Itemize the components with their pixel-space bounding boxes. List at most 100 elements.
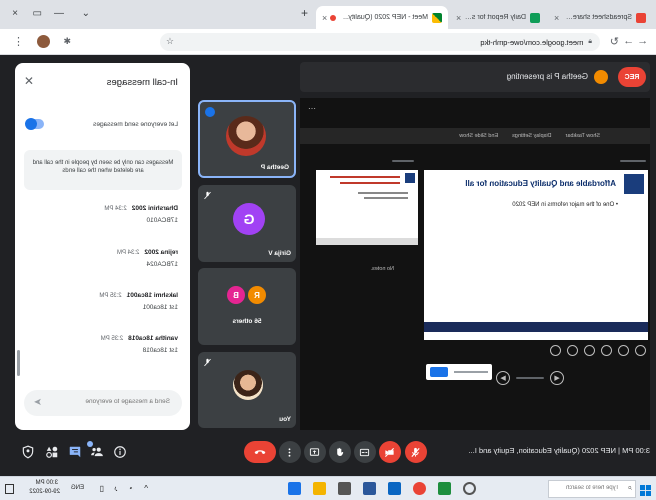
edge-icon[interactable] bbox=[388, 482, 401, 495]
participant-name: You bbox=[279, 416, 291, 423]
message-text: 17BCA010 bbox=[146, 217, 178, 224]
participant-avatar: B bbox=[227, 286, 245, 304]
chat-notice: Messages can only be seen by people in t… bbox=[24, 150, 182, 190]
browser-tab-bar: Spreadsheet shared with you × Daily Repo… bbox=[0, 0, 656, 29]
black-screen-icon[interactable] bbox=[584, 345, 595, 356]
presenting-label: Geetha P is presenting bbox=[506, 72, 588, 81]
url-text: meet.google.com/owe-qmh-tkq bbox=[480, 37, 584, 47]
tray-overflow-icon[interactable]: ^ bbox=[144, 484, 148, 493]
slide-title: Affordable and Quality Education for all bbox=[465, 179, 616, 188]
taskbar-clock-date[interactable]: 29-09-2022 bbox=[29, 489, 60, 495]
tab-meet[interactable]: Meet - NEP 2020 (Quality... × bbox=[316, 6, 448, 29]
more-options-button[interactable] bbox=[279, 441, 301, 463]
volume-icon[interactable]: ♪ bbox=[114, 484, 118, 493]
pin-icon[interactable] bbox=[205, 107, 215, 117]
windows-logo-icon bbox=[640, 485, 651, 496]
participant-tile[interactable]: Geetha P bbox=[198, 100, 296, 178]
sheets-icon bbox=[530, 12, 540, 23]
language-indicator[interactable]: ENG bbox=[71, 485, 84, 491]
message-time: 2:34 PM bbox=[104, 206, 127, 212]
message-text: 1st 18ca018 bbox=[142, 347, 178, 354]
captions-button[interactable] bbox=[354, 441, 376, 463]
info-icon[interactable] bbox=[113, 445, 127, 459]
extensions-icon[interactable]: ✱ bbox=[63, 36, 71, 47]
presenter-view-toolbar: Show Taskbar Display Settings End Slide … bbox=[300, 128, 650, 144]
screen: Spreadsheet shared with you × Daily Repo… bbox=[0, 0, 656, 500]
next-slide-thumbnail[interactable] bbox=[316, 170, 418, 245]
chrome-icon[interactable] bbox=[413, 482, 426, 495]
slide-bullet: • One of the major reforms in NEP 2020 bbox=[512, 202, 618, 208]
address-bar[interactable]: 🔒︎ meet.google.com/owe-qmh-tkq bbox=[160, 33, 600, 51]
close-window-icon[interactable]: × bbox=[12, 8, 18, 19]
see-all-slides-icon[interactable] bbox=[618, 345, 629, 356]
recording-dot-icon bbox=[330, 14, 337, 21]
present-screen-icon bbox=[310, 447, 320, 456]
close-panel-icon[interactable]: ✕ bbox=[24, 74, 34, 88]
maximize-icon[interactable]: ▭ bbox=[33, 8, 42, 19]
new-tab-button[interactable]: + bbox=[301, 6, 308, 20]
meet-icon bbox=[432, 12, 442, 23]
minimize-icon[interactable]: — bbox=[54, 8, 64, 19]
display-settings-button[interactable]: Display Settings bbox=[512, 133, 551, 139]
task-view-icon[interactable] bbox=[288, 482, 301, 495]
tab-sheets[interactable]: Daily Report for self-study × bbox=[450, 6, 546, 29]
popup-action-button[interactable] bbox=[430, 367, 448, 377]
host-controls-icon[interactable] bbox=[21, 445, 35, 459]
tab-gmail[interactable]: Spreadsheet shared with you × bbox=[548, 6, 652, 29]
back-icon[interactable]: ← bbox=[637, 35, 648, 47]
end-call-icon bbox=[254, 450, 266, 455]
message-sender: lakshmi 18ca001 bbox=[126, 292, 178, 299]
message-text: 17BCA024 bbox=[146, 261, 178, 268]
chat-scrollbar[interactable] bbox=[17, 350, 20, 376]
file-explorer-icon[interactable] bbox=[313, 482, 326, 495]
previous-slide-button[interactable]: ◀ bbox=[550, 371, 564, 385]
next-slide-button[interactable]: ▶ bbox=[496, 371, 510, 385]
subtitles-icon[interactable] bbox=[567, 345, 578, 356]
raise-hand-button[interactable] bbox=[329, 441, 351, 463]
network-icon[interactable]: ◔ bbox=[129, 484, 134, 493]
start-button[interactable] bbox=[640, 483, 651, 496]
send-icon[interactable]: ➤ bbox=[34, 397, 42, 408]
taskbar-clock-time[interactable]: 3:00 PM bbox=[36, 480, 58, 486]
others-tile[interactable]: R B 56 others bbox=[198, 268, 296, 345]
tab-title: Daily Report for self-study bbox=[464, 14, 526, 21]
more-tools-icon[interactable] bbox=[550, 345, 561, 356]
present-button[interactable] bbox=[304, 441, 326, 463]
cortana-icon[interactable] bbox=[463, 482, 476, 495]
mic-toggle-button[interactable] bbox=[405, 441, 427, 463]
chat-icon[interactable] bbox=[68, 445, 82, 459]
profile-avatar[interactable] bbox=[37, 35, 50, 48]
people-button[interactable] bbox=[87, 441, 104, 459]
activities-icon[interactable] bbox=[45, 445, 59, 459]
close-tab-icon[interactable]: × bbox=[322, 13, 327, 23]
self-tile[interactable]: You bbox=[198, 352, 296, 428]
participant-tile[interactable]: G Girija V bbox=[198, 185, 296, 262]
store-icon[interactable] bbox=[338, 482, 351, 495]
close-tab-icon[interactable]: × bbox=[554, 13, 559, 23]
taskbar-search-input[interactable] bbox=[551, 484, 621, 492]
end-slide-show-button[interactable]: End Slide Show bbox=[459, 133, 498, 139]
meet-window: REC Geetha P is presenting ⋯ Show Taskba… bbox=[0, 55, 656, 476]
reload-icon[interactable]: ↻ bbox=[610, 35, 619, 48]
bookmark-star-icon[interactable]: ☆ bbox=[166, 36, 174, 47]
recording-badge: REC bbox=[618, 67, 646, 87]
thumbnail-text-line bbox=[364, 197, 408, 199]
camera-toggle-button[interactable] bbox=[379, 441, 401, 463]
chat-input[interactable] bbox=[52, 397, 172, 406]
close-tab-icon[interactable]: × bbox=[456, 13, 461, 23]
presentation-options-icon[interactable]: ⋯ bbox=[308, 104, 316, 113]
allow-messages-toggle[interactable] bbox=[26, 119, 44, 129]
forward-icon[interactable]: → bbox=[623, 35, 634, 47]
show-taskbar-button[interactable]: Show Taskbar bbox=[566, 133, 600, 139]
tab-title: Meet - NEP 2020 (Quality... bbox=[343, 14, 428, 21]
battery-icon[interactable]: ▯ bbox=[100, 484, 104, 493]
leave-call-button[interactable] bbox=[244, 441, 276, 463]
excel-icon[interactable] bbox=[438, 482, 451, 495]
pen-tool-icon[interactable] bbox=[635, 345, 646, 356]
shared-screen: ⋯ Show Taskbar Display Settings End Slid… bbox=[300, 98, 650, 430]
tab-search-icon[interactable]: ⌄ bbox=[82, 8, 90, 19]
word-icon[interactable] bbox=[363, 482, 376, 495]
zoom-icon[interactable] bbox=[601, 345, 612, 356]
notifications-icon[interactable] bbox=[5, 484, 14, 494]
browser-menu-icon[interactable]: ⋮ bbox=[13, 35, 24, 48]
